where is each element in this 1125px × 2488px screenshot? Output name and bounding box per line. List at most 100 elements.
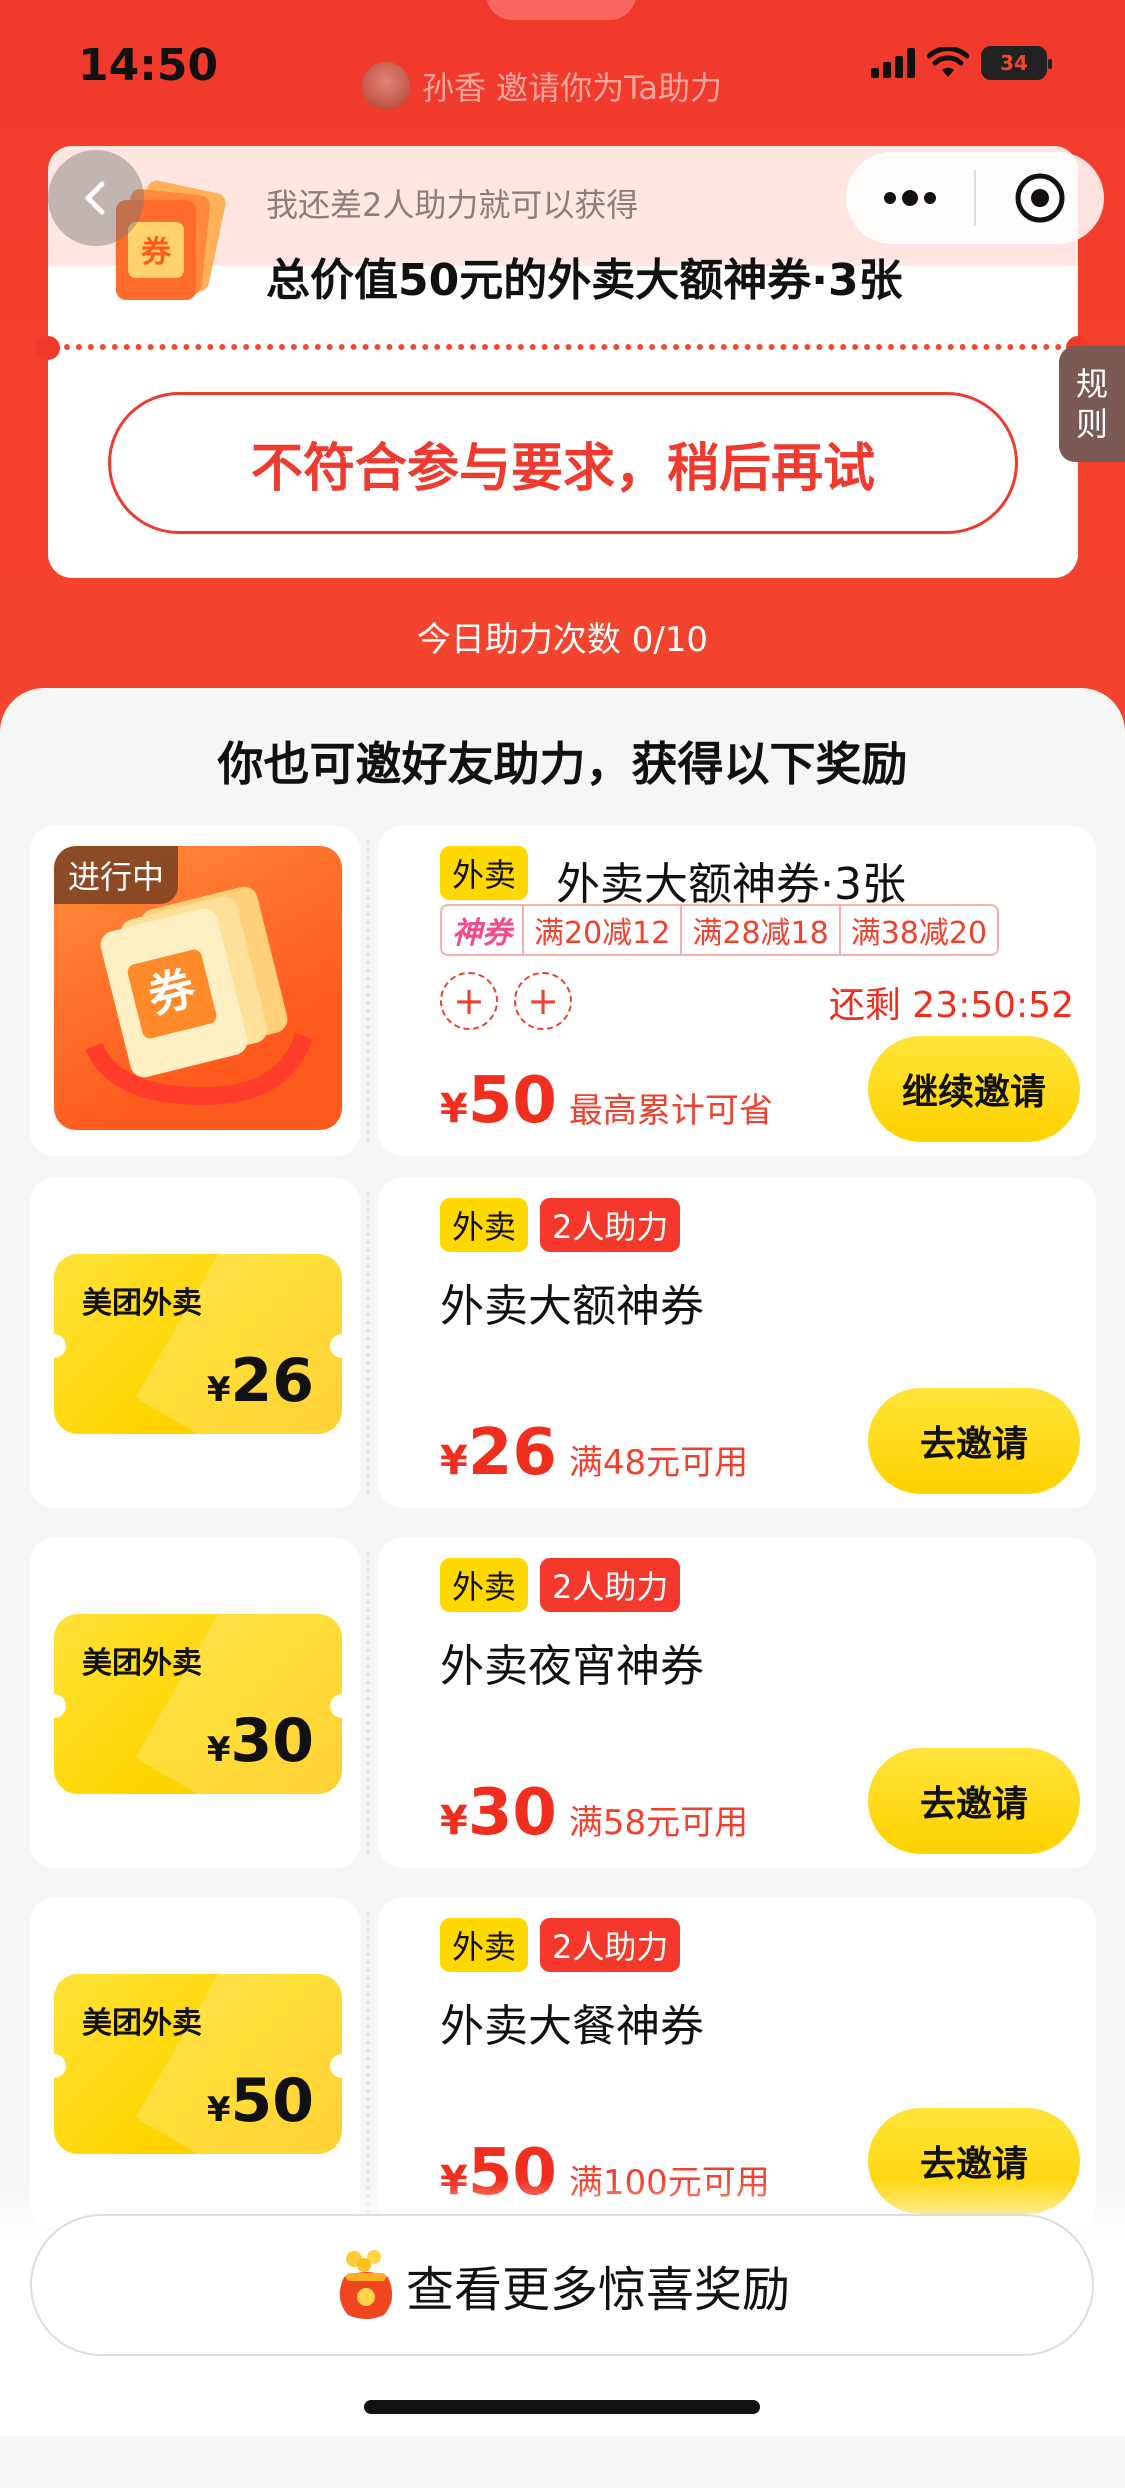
reward-divider	[366, 840, 370, 1142]
tile-amount: ¥50	[207, 2066, 314, 2136]
coupon-tile: 美团外卖 ¥50	[54, 1974, 342, 2154]
reward-card-night: 美团外卖 ¥30 外卖 2人助力 外卖夜宵神券 ¥30 满58元可用 去邀请	[30, 1538, 1096, 1868]
helper-slots: + +	[440, 972, 572, 1030]
tile-notch-left	[54, 1334, 66, 1358]
reward-divider	[366, 1552, 370, 1854]
chip-3: 满38减20	[838, 906, 997, 954]
reward-left-panel: 美团外卖 ¥50	[30, 1898, 360, 2228]
currency-symbol: ¥	[440, 1798, 468, 1844]
reward-left-panel: 美团外卖 ¥26	[30, 1178, 360, 1508]
price-condition: 满48元可用	[568, 1443, 749, 1483]
reward-tags: 外卖 2人助力	[440, 1558, 681, 1612]
tag-takeout: 外卖	[440, 1198, 529, 1252]
rules-char-1: 规	[1075, 365, 1108, 403]
reward-tags: 外卖 2人助力	[440, 1198, 681, 1252]
price-amount: 26	[467, 1416, 557, 1490]
tile-currency: ¥	[206, 1370, 231, 1410]
price-description: 最高累计可省	[568, 1091, 773, 1131]
more-rewards-button[interactable]: 查看更多惊喜奖励	[30, 2214, 1094, 2356]
inviter-text: 孙香 邀请你为Ta助力	[422, 69, 723, 107]
tile-amount: ¥26	[207, 1346, 314, 1416]
invite-button[interactable]: 去邀请	[868, 1388, 1080, 1494]
status-icons: 34	[871, 46, 1052, 80]
card-notch-left	[36, 336, 60, 360]
tag-takeout: 外卖	[440, 1918, 529, 1972]
home-indicator[interactable]	[364, 2400, 760, 2414]
reward-left-panel: 券 进行中	[30, 826, 360, 1156]
reward-name: 外卖夜宵神券	[440, 1641, 704, 1692]
tag-takeout: 外卖	[440, 846, 529, 900]
chip-shenquan: 神券	[452, 916, 512, 951]
coupon-tile: 美团外卖 ¥26	[54, 1254, 342, 1434]
tile-brand: 美团外卖	[82, 1286, 202, 1321]
tile-currency: ¥	[206, 2090, 231, 2130]
reward-divider	[366, 1192, 370, 1494]
in-progress-badge: 进行中	[54, 846, 179, 904]
tile-brand: 美团外卖	[82, 1646, 202, 1681]
battery-level: 34	[1000, 51, 1028, 75]
coupon-bundle-image: 券 进行中	[54, 846, 342, 1130]
reward-name: 外卖大餐神券	[440, 2001, 704, 2052]
tile-value: 26	[230, 1346, 315, 1416]
price-amount: 30	[467, 1776, 557, 1850]
svg-text:券: 券	[141, 235, 172, 270]
reward-price: ¥50 最高累计可省	[440, 1064, 773, 1138]
bottom-bar: 查看更多惊喜奖励	[0, 2180, 1125, 2436]
tag-takeout: 外卖	[440, 1558, 529, 1612]
lucky-bag-icon	[339, 2250, 393, 2319]
reward-right-panel: 外卖 外卖大额神券·3张 神券 满20减12 满28减18 满38减20 + +…	[378, 826, 1096, 1156]
add-helper-slot-1[interactable]: +	[440, 972, 498, 1030]
assist-subtitle: 我还差2人助力就可以获得	[266, 186, 639, 224]
tile-brand: 美团外卖	[82, 2006, 202, 2041]
battery-icon: 34	[981, 46, 1052, 80]
currency-symbol: ¥	[440, 1438, 468, 1484]
countdown-timer: 还剩 23:50:52	[828, 985, 1074, 1026]
avatar	[362, 62, 410, 110]
mini-program-capsule	[846, 152, 1104, 244]
tile-value: 30	[230, 1706, 315, 1776]
reward-price: ¥30 满58元可用	[440, 1776, 748, 1850]
more-options-button[interactable]	[846, 152, 974, 244]
tile-amount: ¥30	[207, 1706, 314, 1776]
reward-price: ¥26 满48元可用	[440, 1416, 748, 1490]
dotted-divider	[64, 344, 1062, 350]
chevron-left-icon	[85, 181, 105, 215]
coupon-tile: 美团外卖 ¥30	[54, 1614, 342, 1794]
chip-2: 满28减18	[680, 906, 838, 954]
top-handle	[486, 0, 636, 20]
continue-invite-button[interactable]: 继续邀请	[868, 1036, 1080, 1142]
reward-card-large: 美团外卖 ¥26 外卖 2人助力 外卖大额神券 ¥26 满48元可用 去邀请	[30, 1178, 1096, 1508]
tag-assist-count: 2人助力	[540, 1558, 681, 1612]
status-time: 14:50	[78, 40, 219, 91]
reward-card-meal: 美团外卖 ¥50 外卖 2人助力 外卖大餐神券 ¥50 满100元可用 去邀请	[30, 1898, 1096, 2228]
daily-assist-count: 今日助力次数 0/10	[416, 620, 709, 660]
cellular-signal-icon	[871, 48, 915, 78]
assist-title: 总价值50元的外卖大额神券·3张	[266, 255, 903, 306]
rules-tab[interactable]: 规 则	[1059, 346, 1125, 462]
close-program-button[interactable]	[976, 152, 1104, 244]
price-condition: 满58元可用	[568, 1803, 749, 1843]
more-dots-icon	[884, 190, 936, 206]
reward-left-panel: 美团外卖 ¥30	[30, 1538, 360, 1868]
rewards-title: 你也可邀好友助力，获得以下奖励	[217, 737, 908, 791]
back-button[interactable]	[48, 150, 144, 246]
tile-value: 50	[230, 2066, 315, 2136]
reward-name: 外卖大额神券	[440, 1281, 704, 1332]
tag-assist-count: 2人助力	[540, 1918, 681, 1972]
reward-name: 外卖大额神券·3张	[556, 859, 906, 910]
target-icon	[1015, 173, 1065, 223]
reward-right-panel: 外卖 2人助力 外卖大餐神券 ¥50 满100元可用 去邀请	[378, 1898, 1096, 2228]
tile-notch-left	[54, 2054, 66, 2078]
reward-right-panel: 外卖 2人助力 外卖夜宵神券 ¥30 满58元可用 去邀请	[378, 1538, 1096, 1868]
inviter-banner: 孙香 邀请你为Ta助力	[362, 62, 722, 110]
invite-button[interactable]: 去邀请	[868, 1748, 1080, 1854]
coupon-chips: 神券 满20减12 满28减18 满38减20	[440, 904, 1000, 956]
ineligible-button[interactable]: 不符合参与要求，稍后再试	[108, 392, 1018, 534]
tile-notch-left	[54, 1694, 66, 1718]
tile-currency: ¥	[206, 1730, 231, 1770]
rules-char-2: 则	[1075, 405, 1108, 443]
price-amount: 50	[467, 1064, 557, 1138]
currency-symbol: ¥	[440, 1086, 468, 1132]
more-rewards-label: 查看更多惊喜奖励	[405, 2262, 790, 2318]
add-helper-slot-2[interactable]: +	[514, 972, 572, 1030]
